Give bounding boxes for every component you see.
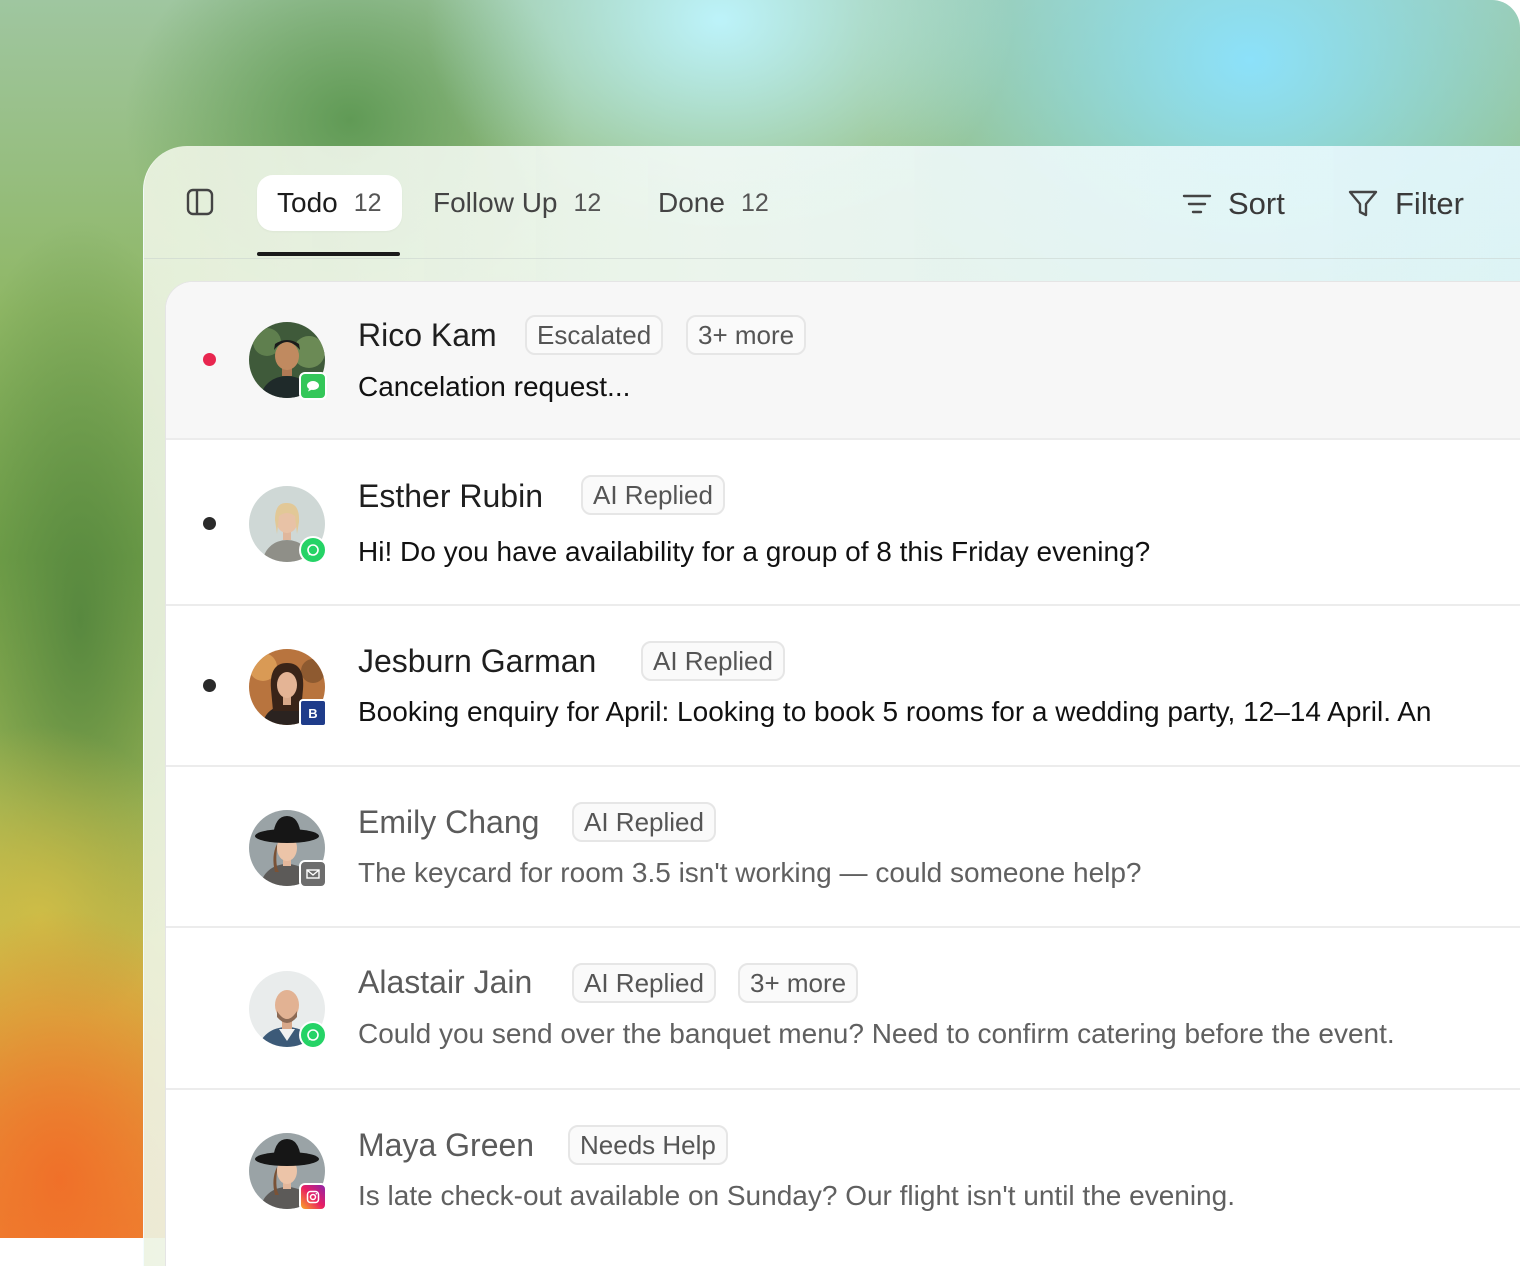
filter-icon — [1348, 190, 1378, 217]
conversation-row[interactable]: Emily Chang AI Replied The keycard for r… — [166, 767, 1520, 928]
tab-follow-up-count: 12 — [573, 188, 602, 217]
inbox-toolbar: Todo 12 Follow Up 12 Done 12 Sort Filter — [144, 146, 1520, 259]
filter-label: Filter — [1395, 186, 1464, 221]
message-preview: The keycard for room 3.5 isn't working —… — [358, 857, 1142, 888]
avatar — [249, 810, 327, 888]
message-preview: Hi! Do you have availability for a group… — [358, 536, 1151, 567]
contact-name: Jesburn Garman — [358, 643, 597, 679]
booking-com-icon: B — [299, 699, 327, 727]
message-preview: Booking enquiry for April: Looking to bo… — [358, 696, 1432, 727]
avatar — [249, 486, 327, 564]
avatar: B — [249, 649, 327, 727]
more-tags-badge[interactable]: 3+ more — [686, 315, 807, 355]
email-icon — [299, 860, 327, 888]
tab-todo-label: Todo — [277, 187, 338, 218]
status-tag: AI Replied — [572, 802, 716, 842]
more-tags-badge[interactable]: 3+ more — [738, 963, 859, 1003]
sort-label: Sort — [1228, 186, 1285, 221]
status-tag: AI Replied — [641, 641, 785, 681]
sms-icon — [299, 372, 327, 400]
contact-name: Emily Chang — [358, 804, 540, 840]
sidebar-toggle-icon[interactable] — [186, 188, 214, 216]
tab-follow-up[interactable]: Follow Up 12 — [433, 175, 601, 231]
whatsapp-icon — [299, 1021, 327, 1049]
unread-dot — [203, 517, 216, 530]
unread-dot — [203, 353, 216, 366]
tab-done[interactable]: Done 12 — [658, 175, 769, 231]
conversation-row[interactable]: Maya Green Needs Help Is late check-out … — [166, 1090, 1520, 1266]
unread-dot — [203, 679, 216, 692]
conversation-list: Rico Kam Escalated 3+ more Cancelation r… — [165, 281, 1520, 1266]
conversation-row[interactable]: Alastair Jain AI Replied 3+ more Could y… — [166, 928, 1520, 1090]
avatar — [249, 971, 327, 1049]
tab-todo-count: 12 — [353, 188, 382, 217]
conversation-row[interactable]: B Jesburn Garman AI Replied Booking enqu… — [166, 606, 1520, 767]
instagram-icon — [299, 1183, 327, 1211]
filter-button[interactable]: Filter — [1347, 184, 1464, 224]
contact-name: Esther Rubin — [358, 478, 543, 514]
message-preview: Is late check-out available on Sunday? O… — [358, 1180, 1235, 1211]
avatar — [249, 322, 327, 400]
message-preview: Cancelation request... — [358, 371, 631, 402]
booking-com-letter: B — [308, 705, 318, 721]
status-tag: AI Replied — [581, 475, 725, 515]
tab-done-count: 12 — [740, 188, 769, 217]
sort-icon — [1182, 194, 1212, 214]
inbox-panel: Todo 12 Follow Up 12 Done 12 Sort Filter — [143, 146, 1520, 1266]
avatar — [249, 1133, 327, 1211]
conversation-row[interactable]: Esther Rubin AI Replied Hi! Do you have … — [166, 440, 1520, 606]
tab-todo[interactable]: Todo 12 — [257, 175, 402, 231]
tab-follow-up-label: Follow Up — [433, 187, 558, 218]
tab-done-label: Done — [658, 187, 725, 218]
status-tag: AI Replied — [572, 963, 716, 1003]
contact-name: Rico Kam — [358, 317, 497, 353]
status-tag: Needs Help — [568, 1125, 728, 1165]
contact-name: Maya Green — [358, 1127, 535, 1163]
active-tab-indicator — [257, 252, 400, 256]
contact-name: Alastair Jain — [358, 964, 533, 1000]
conversation-row[interactable]: Rico Kam Escalated 3+ more Cancelation r… — [166, 282, 1520, 440]
sort-button[interactable]: Sort — [1182, 184, 1285, 224]
status-tag: Escalated — [525, 315, 664, 355]
whatsapp-icon — [299, 536, 327, 564]
message-preview: Could you send over the banquet menu? Ne… — [358, 1018, 1395, 1049]
